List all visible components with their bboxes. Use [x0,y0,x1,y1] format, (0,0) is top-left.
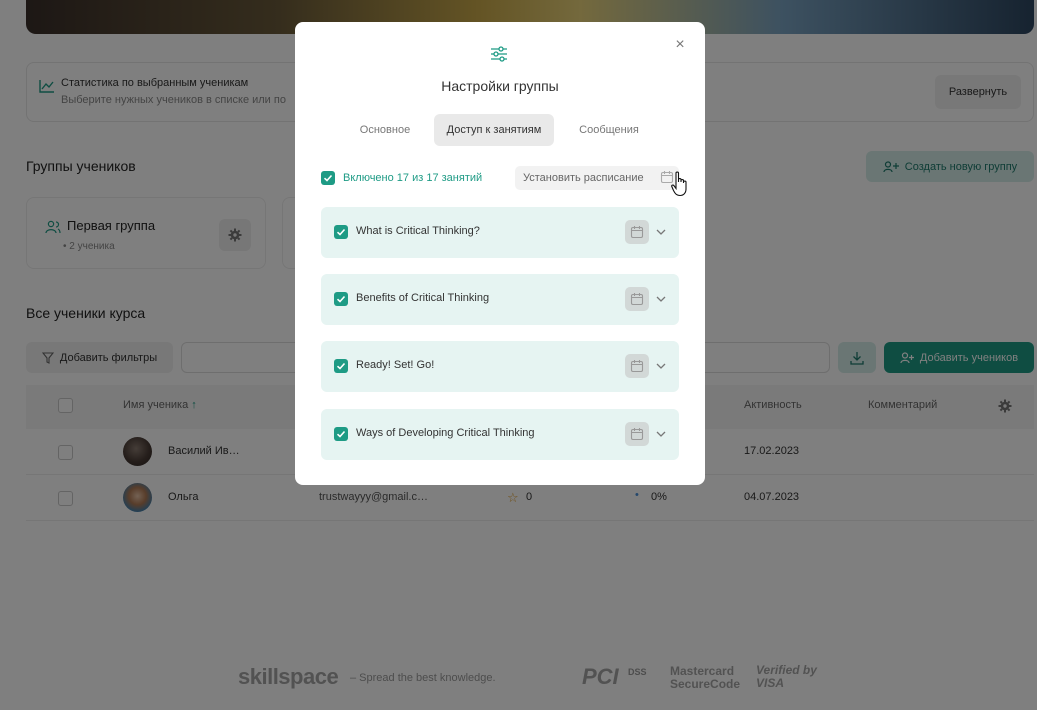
check-icon [336,362,346,370]
chevron-down-icon[interactable] [655,226,667,238]
calendar-icon [630,293,644,306]
tab-messages[interactable]: Сообщения [567,114,651,146]
close-icon[interactable]: × [673,37,687,53]
included-count-text: Включено 17 из 17 занятий [343,172,483,184]
lesson-title: What is Critical Thinking? [356,225,480,237]
check-icon [323,174,333,182]
settings-sliders-icon [491,46,507,62]
lesson-checkbox[interactable] [334,292,348,306]
tab-general[interactable]: Основное [347,114,423,146]
lesson-item[interactable]: Ways of Developing Critical Thinking [321,409,679,460]
lesson-schedule-button[interactable] [625,422,649,446]
set-schedule-label: Установить расписание [523,172,644,184]
calendar-icon [630,428,644,441]
lesson-item[interactable]: Benefits of Critical Thinking [321,274,679,325]
lesson-item[interactable]: Ready! Set! Go! [321,341,679,392]
lesson-checkbox[interactable] [334,427,348,441]
lesson-checkbox[interactable] [334,359,348,373]
group-settings-modal: × Настройки группы Основное Доступ к зан… [295,22,705,485]
modal-title: Настройки группы [441,78,559,94]
check-icon [336,430,346,438]
lesson-schedule-button[interactable] [625,220,649,244]
lesson-checkbox[interactable] [334,225,348,239]
calendar-icon [630,360,644,373]
chevron-down-icon[interactable] [655,360,667,372]
calendar-icon [630,226,644,239]
lesson-schedule-button[interactable] [625,287,649,311]
include-all-checkbox[interactable] [321,171,335,185]
lesson-title: Ways of Developing Critical Thinking [356,427,535,439]
chevron-down-icon[interactable] [655,293,667,305]
hand-pointer-cursor-icon [671,171,687,197]
tab-lesson-access[interactable]: Доступ к занятиям [434,114,554,146]
set-schedule-button[interactable]: Установить расписание [515,166,679,190]
lesson-item[interactable]: What is Critical Thinking? [321,207,679,258]
lesson-title: Ready! Set! Go! [356,359,435,371]
chevron-down-icon[interactable] [655,428,667,440]
lesson-title: Benefits of Critical Thinking [356,292,490,304]
lesson-schedule-button[interactable] [625,354,649,378]
check-icon [336,228,346,236]
check-icon [336,295,346,303]
